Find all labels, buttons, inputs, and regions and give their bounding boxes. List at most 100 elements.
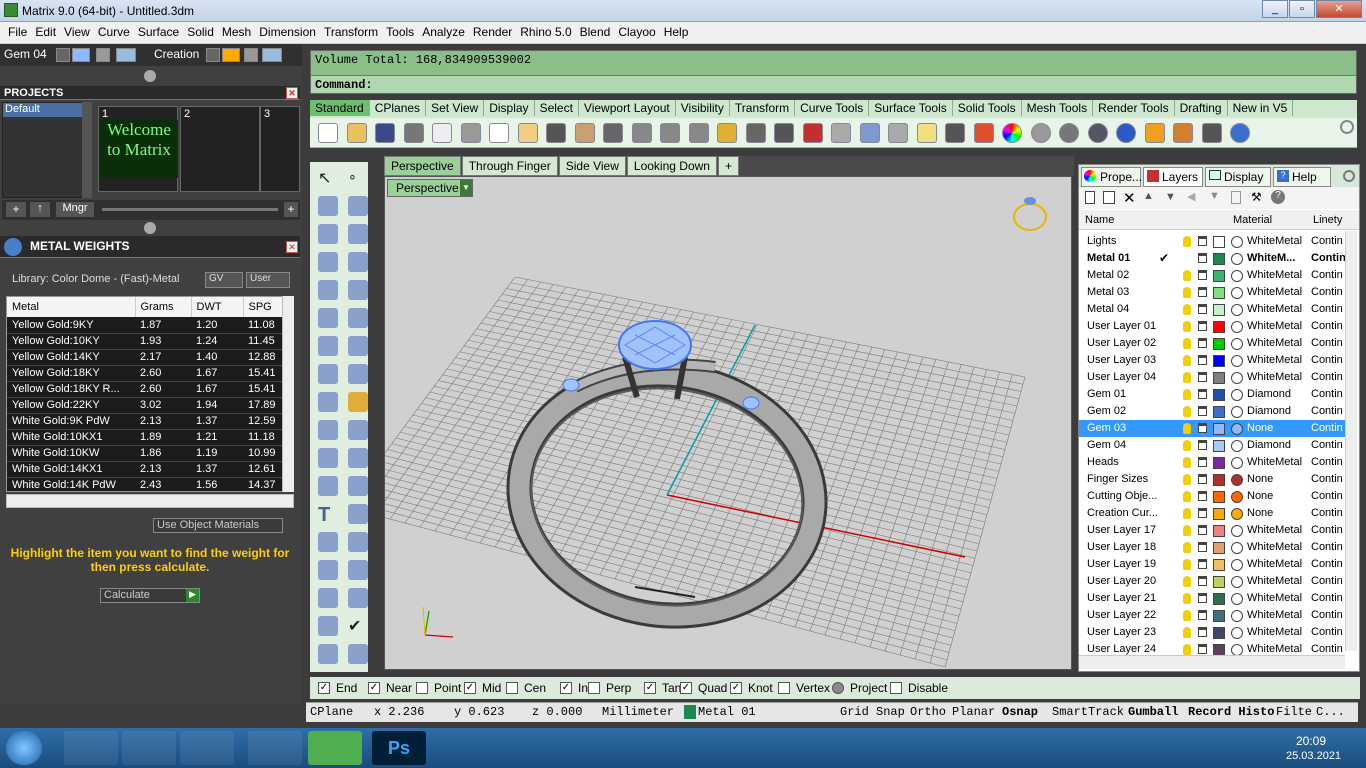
material-icon[interactable]: [1231, 372, 1243, 384]
render-sphere-icon[interactable]: [1059, 123, 1079, 143]
lock-icon[interactable]: [1198, 491, 1207, 501]
grid-snap-toggle[interactable]: Grid Snap: [840, 705, 905, 719]
tab-looking-down[interactable]: Looking Down: [626, 156, 717, 176]
lock-icon[interactable]: [1198, 576, 1207, 586]
layer-row[interactable]: Gem 01 Diamond Contin: [1079, 386, 1347, 403]
delete-icon[interactable]: ✕: [1123, 189, 1136, 207]
group-icon[interactable]: [318, 532, 338, 552]
layer-row[interactable]: Metal 04 WhiteMetal Contin: [1079, 301, 1347, 318]
more-status[interactable]: C...: [1316, 705, 1345, 719]
layer-linetype[interactable]: Contin: [1311, 269, 1347, 281]
tab-transform[interactable]: Transform: [730, 100, 796, 116]
check-icon[interactable]: ✔: [348, 616, 368, 636]
table-row[interactable]: Yellow Gold:10KY 1.93 1.24 11.45: [7, 333, 287, 350]
layer-row[interactable]: Gem 02 Diamond Contin: [1079, 403, 1347, 420]
boolean-union-icon[interactable]: [318, 392, 338, 412]
layer-color-swatch[interactable]: [1213, 389, 1225, 401]
layer-color-swatch[interactable]: [1213, 627, 1225, 639]
align-icon[interactable]: [348, 532, 368, 552]
menu-render[interactable]: Render: [469, 22, 516, 42]
metal-weights-table[interactable]: Metal Grams DWT SPG Yellow Gold:9KY 1.87 1…: [6, 296, 294, 492]
lightbulb-icon[interactable]: [1183, 406, 1191, 417]
layer-linetype[interactable]: Contin: [1311, 337, 1347, 349]
move-down-icon[interactable]: ▼: [1165, 191, 1176, 203]
system-tray[interactable]: [1130, 740, 1270, 756]
layer-row[interactable]: Finger Sizes None Contin: [1079, 471, 1347, 488]
layer-linetype[interactable]: Contin: [1311, 286, 1347, 298]
layer-name[interactable]: Heads: [1087, 456, 1167, 468]
layer-name[interactable]: User Layer 02: [1087, 337, 1167, 349]
material-icon[interactable]: [1231, 508, 1243, 520]
layer-linetype[interactable]: Contin: [1311, 235, 1347, 247]
lightbulb-icon[interactable]: [1183, 457, 1191, 468]
split-icon[interactable]: [348, 448, 368, 468]
fillet-icon[interactable]: [318, 420, 338, 440]
project-thumbnail-2[interactable]: 2: [180, 106, 260, 192]
layer-name[interactable]: User Layer 18: [1087, 541, 1167, 553]
col-dwt[interactable]: DWT: [191, 297, 244, 317]
planar-toggle[interactable]: Planar: [952, 705, 995, 719]
layer-color-swatch[interactable]: [1213, 576, 1225, 588]
layer-color-swatch[interactable]: [1213, 559, 1225, 571]
zoom-slider[interactable]: [102, 208, 278, 211]
command-line[interactable]: Command:: [311, 75, 1356, 93]
collapse-icon[interactable]: [144, 222, 156, 234]
layer-linetype[interactable]: Contin: [1311, 541, 1347, 553]
selection-filter-icon[interactable]: [1144, 123, 1165, 143]
layer-name[interactable]: Metal 03: [1087, 286, 1167, 298]
document-icon[interactable]: [1231, 191, 1241, 204]
lock-icon[interactable]: [1198, 287, 1207, 297]
tools-icon[interactable]: ⚒: [1251, 190, 1262, 204]
calculate-button[interactable]: Calculate ▶: [100, 588, 200, 603]
lock-icon[interactable]: [1198, 542, 1207, 552]
layer-material[interactable]: None: [1247, 422, 1309, 434]
lock-icon[interactable]: [1198, 270, 1207, 280]
bounding-box-icon[interactable]: [318, 560, 338, 580]
paint-icon[interactable]: [348, 644, 368, 664]
offset-icon[interactable]: [318, 476, 338, 496]
layer-material[interactable]: WhiteMetal: [1247, 354, 1309, 366]
lightbulb-icon[interactable]: [1183, 355, 1191, 366]
rotate-view-icon[interactable]: [603, 123, 623, 143]
osnap-perp-checkbox[interactable]: [588, 682, 600, 694]
lock-icon[interactable]: [1198, 321, 1207, 331]
layer-color-swatch[interactable]: [1213, 593, 1225, 605]
table-hscrollbar[interactable]: [6, 494, 294, 508]
zoom-selected-icon[interactable]: [717, 123, 737, 143]
col-name[interactable]: Name: [1085, 214, 1114, 226]
osnap-cen-checkbox[interactable]: [506, 682, 518, 694]
lightbulb-icon[interactable]: [1183, 593, 1191, 604]
layer-name[interactable]: User Layer 20: [1087, 575, 1167, 587]
layer-row[interactable]: User Layer 18 WhiteMetal Contin: [1079, 539, 1347, 556]
blue-sphere-icon[interactable]: [1116, 123, 1136, 143]
lock-icon[interactable]: [945, 123, 965, 143]
tab-visibility[interactable]: Visibility: [676, 100, 730, 116]
layer-material[interactable]: WhiteMetal: [1247, 286, 1309, 298]
table-row[interactable]: White Gold:14KX1 2.13 1.37 12.61: [7, 461, 287, 478]
layer-name[interactable]: User Layer 21: [1087, 592, 1167, 604]
taskbar-app-1[interactable]: [64, 731, 118, 765]
layer-color-swatch[interactable]: [222, 48, 240, 62]
blend-icon[interactable]: [348, 476, 368, 496]
cut-icon[interactable]: [460, 123, 481, 143]
rectangle-icon[interactable]: [348, 252, 368, 272]
lock-icon[interactable]: [1198, 236, 1207, 246]
zoom-extents-icon[interactable]: [688, 123, 709, 143]
menu-clayoo[interactable]: Clayoo: [614, 22, 659, 42]
lightbulb-icon[interactable]: [1183, 576, 1191, 587]
layer-row[interactable]: User Layer 17 WhiteMetal Contin: [1079, 522, 1347, 539]
table-row[interactable]: White Gold:10KW 1.86 1.19 10.99: [7, 445, 287, 462]
collapse-icon[interactable]: [144, 70, 156, 82]
command-area[interactable]: Volume Total: 168,834909539002 Command:: [310, 50, 1357, 94]
trim-icon[interactable]: [348, 420, 368, 440]
table-row[interactable]: Yellow Gold:9KY 1.87 1.20 11.08: [7, 317, 287, 334]
menu-edit[interactable]: Edit: [31, 22, 60, 42]
polygon-icon[interactable]: [318, 280, 338, 300]
col-grams[interactable]: Grams: [135, 297, 192, 317]
lock-icon[interactable]: [1198, 627, 1207, 637]
layer-material[interactable]: WhiteMetal: [1247, 592, 1309, 604]
layer-name[interactable]: Metal 02: [1087, 269, 1167, 281]
layer-linetype[interactable]: Contin: [1311, 405, 1347, 417]
layer-name[interactable]: Cutting Obje...: [1087, 490, 1167, 502]
layer-row[interactable]: User Layer 23 WhiteMetal Contin: [1079, 624, 1347, 641]
